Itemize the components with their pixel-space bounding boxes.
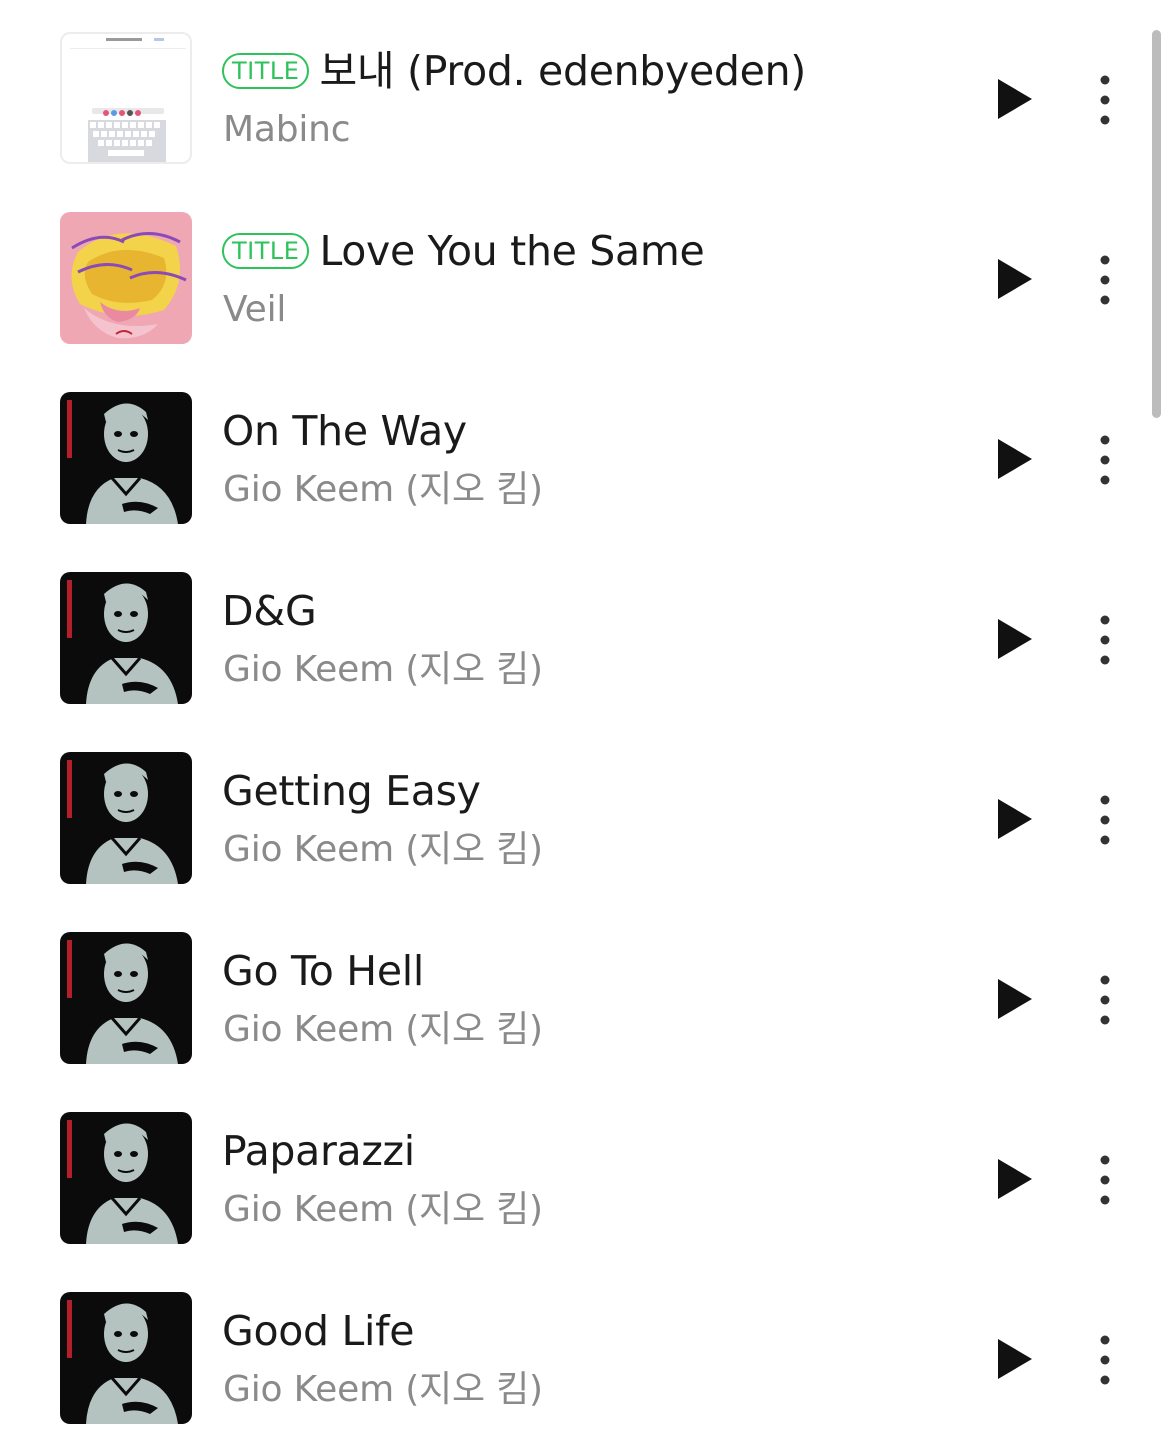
track-artist: Veil bbox=[223, 289, 287, 330]
track-title-line: TITLE Love You the Same bbox=[222, 226, 705, 276]
album-cover bbox=[60, 212, 192, 344]
track-row[interactable]: TITLE 보내 (Prod. edenbyeden) Mabinc bbox=[0, 0, 1150, 180]
track-title: D&G bbox=[222, 587, 317, 635]
play-icon[interactable] bbox=[990, 1156, 1036, 1202]
track-title: Go To Hell bbox=[222, 947, 424, 995]
track-title: 보내 (Prod. edenbyeden) bbox=[319, 47, 806, 95]
track-title-line: Good Life bbox=[222, 1306, 415, 1356]
track-artist: Gio Keem (지오 킴) bbox=[223, 1189, 543, 1230]
more-vertical-icon[interactable] bbox=[1084, 1152, 1126, 1208]
album-cover bbox=[60, 1292, 192, 1424]
track-list: TITLE 보내 (Prod. edenbyeden) Mabinc TITLE bbox=[0, 0, 1170, 1442]
track-row[interactable]: D&G Gio Keem (지오 킴) bbox=[0, 540, 1150, 720]
more-vertical-icon[interactable] bbox=[1084, 972, 1126, 1028]
more-vertical-icon[interactable] bbox=[1084, 612, 1126, 668]
album-cover bbox=[60, 932, 192, 1064]
track-title-line: Go To Hell bbox=[222, 946, 424, 996]
more-vertical-icon[interactable] bbox=[1084, 252, 1126, 308]
track-title-line: D&G bbox=[222, 586, 317, 636]
track-artist: Mabinc bbox=[223, 109, 351, 150]
play-icon[interactable] bbox=[990, 976, 1036, 1022]
album-cover bbox=[60, 392, 192, 524]
track-title-line: TITLE 보내 (Prod. edenbyeden) bbox=[222, 46, 806, 96]
more-vertical-icon[interactable] bbox=[1084, 1332, 1126, 1388]
play-icon[interactable] bbox=[990, 616, 1036, 662]
album-cover bbox=[60, 752, 192, 884]
track-title: Love You the Same bbox=[319, 227, 705, 275]
track-row[interactable]: Good Life Gio Keem (지오 킴) bbox=[0, 1260, 1150, 1440]
album-cover bbox=[60, 32, 192, 164]
track-row[interactable]: Go To Hell Gio Keem (지오 킴) bbox=[0, 900, 1150, 1080]
track-title: Getting Easy bbox=[222, 767, 481, 815]
track-row[interactable]: Getting Easy Gio Keem (지오 킴) bbox=[0, 720, 1150, 900]
track-title: Paparazzi bbox=[222, 1127, 415, 1175]
scrollbar[interactable] bbox=[1152, 30, 1161, 418]
track-row[interactable]: Paparazzi Gio Keem (지오 킴) bbox=[0, 1080, 1150, 1260]
play-icon[interactable] bbox=[990, 796, 1036, 842]
play-icon[interactable] bbox=[990, 436, 1036, 482]
more-vertical-icon[interactable] bbox=[1084, 72, 1126, 128]
track-artist: Gio Keem (지오 킴) bbox=[223, 1009, 543, 1050]
track-title-line: Getting Easy bbox=[222, 766, 481, 816]
track-artist: Gio Keem (지오 킴) bbox=[223, 829, 543, 870]
track-title: Good Life bbox=[222, 1307, 415, 1355]
track-artist: Gio Keem (지오 킴) bbox=[223, 469, 543, 510]
track-title-line: On The Way bbox=[222, 406, 467, 456]
track-row[interactable]: TITLE Love You the Same Veil bbox=[0, 180, 1150, 360]
play-icon[interactable] bbox=[990, 256, 1036, 302]
more-vertical-icon[interactable] bbox=[1084, 432, 1126, 488]
track-title-line: Paparazzi bbox=[222, 1126, 415, 1176]
track-artist: Gio Keem (지오 킴) bbox=[223, 649, 543, 690]
play-icon[interactable] bbox=[990, 76, 1036, 122]
play-icon[interactable] bbox=[990, 1336, 1036, 1382]
title-badge: TITLE bbox=[222, 233, 310, 269]
track-title: On The Way bbox=[222, 407, 467, 455]
track-artist: Gio Keem (지오 킴) bbox=[223, 1369, 543, 1410]
album-cover bbox=[60, 1112, 192, 1244]
more-vertical-icon[interactable] bbox=[1084, 792, 1126, 848]
album-cover bbox=[60, 572, 192, 704]
track-row[interactable]: On The Way Gio Keem (지오 킴) bbox=[0, 360, 1150, 540]
title-badge: TITLE bbox=[222, 53, 310, 89]
